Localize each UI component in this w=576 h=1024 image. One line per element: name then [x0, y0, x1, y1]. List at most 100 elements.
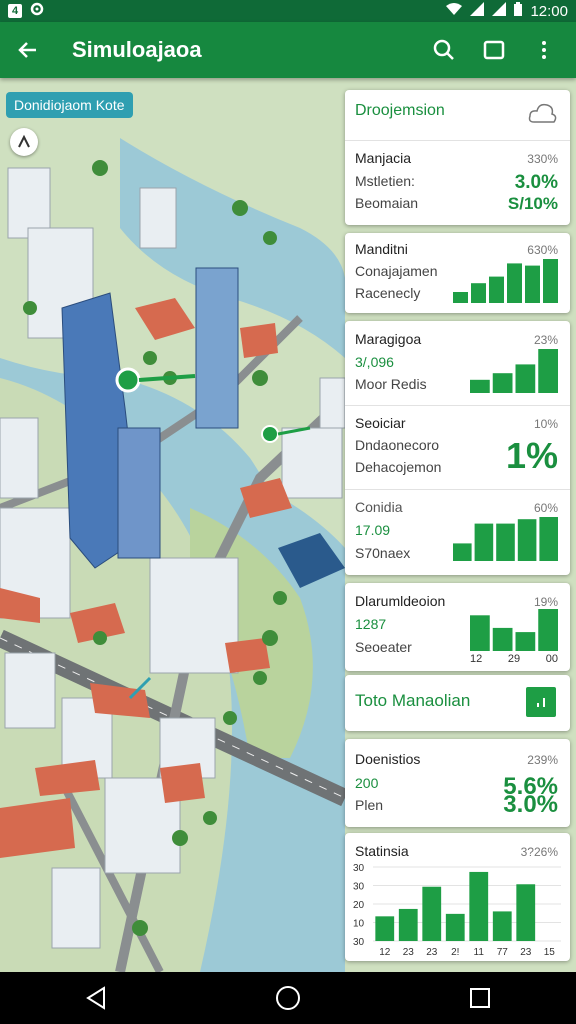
system-nav-bar: [0, 972, 576, 1024]
total-card[interactable]: Toto Manaolian: [345, 675, 570, 731]
stat-title: Doenistios: [355, 751, 421, 767]
stat-sublabel: Dehacojemon: [355, 459, 442, 475]
x-tick-label: 23: [520, 947, 532, 958]
mini-bar: [492, 627, 513, 651]
chart-bar: [492, 911, 512, 941]
stat-percent: 23%: [533, 333, 558, 347]
stat-sublabel: Racenecly: [355, 285, 421, 301]
x-tick-label: 23: [426, 947, 438, 958]
status-bar: 4 12:00: [0, 0, 576, 22]
stat-title: Maragigoa: [355, 331, 422, 347]
stat-sublabel: Seoeater: [355, 639, 412, 655]
map-area-label[interactable]: Donidiojaom Kote: [6, 92, 133, 118]
triangle-back-icon: [86, 986, 105, 1010]
metric-percent: 330%: [527, 152, 558, 166]
stat-value: 3/,096: [355, 354, 394, 370]
cloud-button[interactable]: [528, 102, 558, 129]
stat-percent: 630%: [527, 243, 558, 257]
mini-bar: [515, 364, 536, 393]
stat-card[interactable]: Dlarumldeoion 19% 1287 Seoeater 12 29 00: [345, 583, 570, 671]
search-button[interactable]: [426, 32, 462, 68]
metric-label: Manjacia: [355, 150, 412, 166]
mini-bar-chart: [470, 609, 558, 651]
nav-home-button[interactable]: [258, 978, 318, 1018]
statistics-card[interactable]: Statinsia 3?26% 30 30 20 10 30 12 23 23 2! 11 77 23…: [345, 833, 570, 961]
y-tick-label: 20: [353, 900, 365, 911]
stat-percent: 19%: [533, 595, 558, 609]
window-button[interactable]: [476, 32, 512, 68]
panel-title: Droojemsion: [355, 102, 445, 119]
stat-sublabel: S70naex: [355, 545, 411, 561]
chart-bar: [469, 871, 489, 941]
y-tick-label: 30: [353, 937, 365, 948]
projection-panel: Droojemsion Manjacia 330% Mstletien: Beo…: [345, 90, 570, 225]
compass-icon: [18, 134, 30, 148]
stat-percent: 239%: [527, 753, 558, 767]
stat-big-value: 1%: [505, 435, 558, 476]
app-bar: Simuloajaoa: [0, 22, 576, 78]
mini-bar: [453, 292, 468, 303]
x-tick-label: 12: [379, 947, 391, 958]
mini-bar: [543, 259, 558, 303]
tick-label: 12: [470, 653, 483, 665]
signal-icon: [492, 2, 507, 20]
x-tick-label: 77: [497, 947, 509, 958]
tick-label: 29: [507, 653, 521, 665]
compass-button[interactable]: [10, 128, 38, 156]
stat-title: Manditni: [355, 241, 408, 257]
mini-bar: [539, 517, 558, 561]
metric-sublabel: Beomaian: [355, 195, 419, 211]
divider: [345, 405, 570, 406]
metric-value: 3.0%: [514, 172, 558, 193]
stat-big-value: 3.0%: [503, 791, 558, 818]
stat-sublabel: Dndaonecoro: [355, 437, 440, 453]
metric-value: S/10%: [507, 194, 558, 213]
stat-sublabel: Plen: [355, 797, 384, 813]
back-button[interactable]: [0, 22, 56, 78]
chart-icon: [537, 698, 545, 707]
stat-card[interactable]: Manditni 630% Conajajamen Racenecly: [345, 233, 570, 313]
x-tick-label: 2!: [451, 947, 459, 958]
stat-card[interactable]: Doenistios 239% 200 Plen 5.6% 3.0%: [345, 739, 570, 827]
y-tick-label: 30: [353, 863, 365, 874]
x-tick-label: 23: [403, 947, 415, 958]
mini-bar: [470, 615, 490, 651]
divider: [345, 140, 570, 141]
mini-bar: [474, 523, 494, 561]
clock: 12:00: [530, 2, 568, 20]
total-title: Toto Manaolian: [355, 691, 471, 710]
expand-button[interactable]: [526, 687, 556, 717]
stat-percent: 10%: [533, 417, 558, 431]
more-options-button[interactable]: [526, 32, 562, 68]
nav-recents-button[interactable]: [450, 978, 510, 1018]
mini-bar: [470, 379, 490, 393]
mini-bar: [507, 263, 522, 303]
mini-bar: [538, 609, 558, 651]
metric-sublabel: Mstletien:: [355, 173, 415, 189]
mini-bar: [489, 276, 504, 303]
bar-chart: 30 30 20 10 30 12 23 23 2! 11 77 23 15: [353, 863, 561, 958]
nav-back-button[interactable]: [66, 978, 126, 1018]
mini-bar: [453, 543, 472, 561]
tick-labels: 12 29 00: [470, 653, 558, 665]
chart-bar: [398, 908, 418, 941]
stat-value: 17.09: [355, 522, 391, 538]
x-tick-label: 15: [544, 947, 556, 958]
stat-percent: 60%: [533, 501, 558, 515]
square-icon: [483, 40, 505, 60]
divider: [345, 489, 570, 490]
page-title: Simuloajaoa: [72, 37, 202, 62]
mini-bar: [538, 349, 558, 393]
y-tick-label: 30: [353, 882, 365, 893]
mini-bar: [492, 373, 513, 393]
stat-group-card: Maragigoa 23% 3/,096 Moor Redis Seoiciar…: [345, 321, 570, 575]
settings-notification-icon: [30, 2, 44, 20]
stat-title: Dlarumldeoion: [355, 593, 446, 609]
chart-percent: 3?26%: [520, 845, 558, 859]
chart-bar: [445, 913, 465, 941]
stat-sublabel: Conajajamen: [355, 263, 438, 279]
stat-value: 200: [355, 775, 379, 791]
mini-bar: [525, 265, 540, 303]
stat-sublabel: Moor Redis: [355, 376, 427, 392]
mini-bar: [471, 283, 486, 303]
